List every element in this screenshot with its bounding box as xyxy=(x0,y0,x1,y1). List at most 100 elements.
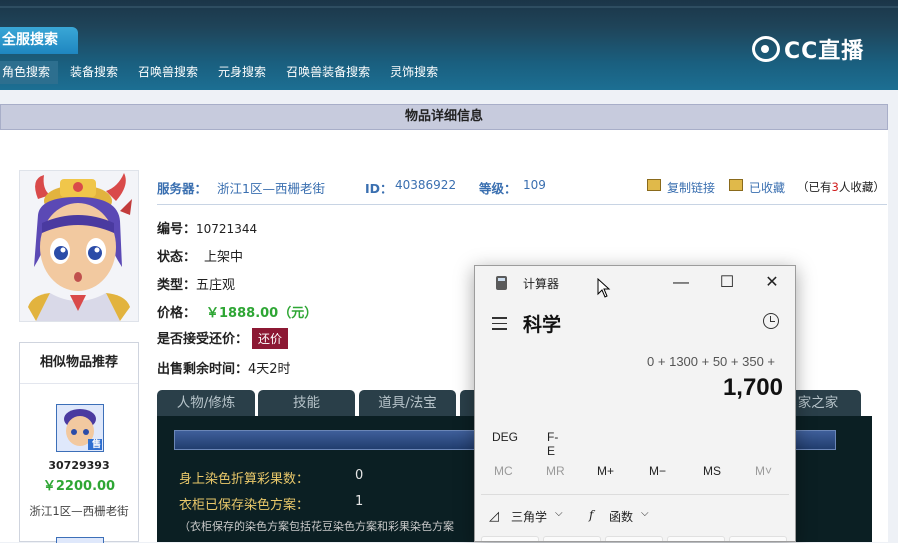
type-value: 五庄观 xyxy=(196,278,236,293)
close-button[interactable]: ✕ xyxy=(754,271,790,295)
trig-icon: ◿ xyxy=(489,508,499,523)
site-header: 全服搜索 CC直播 角色搜索 装备搜索 召唤兽搜索 元身搜索 召唤兽装备搜索 灵… xyxy=(0,0,898,90)
similar-item-price: ￥2200.00 xyxy=(42,479,116,494)
favorite-count-prefix: （已有 xyxy=(797,180,832,194)
keypad-key[interactable] xyxy=(729,536,787,541)
function-dropdown[interactable]: 函数 xyxy=(609,508,633,525)
panel-title: 物品详细信息 xyxy=(0,104,888,130)
keypad-key[interactable] xyxy=(605,536,663,541)
ms-button[interactable]: MS xyxy=(703,464,721,478)
id-value: 40386922 xyxy=(395,178,457,192)
calculator-titlebar[interactable]: 计算器 — ☐ ✕ xyxy=(475,266,795,300)
level-value: 109 xyxy=(523,178,546,192)
calculator-separator xyxy=(481,494,789,495)
header-stripe xyxy=(0,6,898,8)
number-line: 编号：10721344 xyxy=(157,218,257,237)
mouse-cursor-icon xyxy=(597,278,611,298)
dye-row-body: 身上染色折算彩果数： 0 xyxy=(179,468,363,487)
nav-yuanshen-search[interactable]: 元身搜索 xyxy=(208,61,276,84)
nav-role-search[interactable]: 角色搜索 xyxy=(0,61,59,84)
favorite-folder-icon xyxy=(729,179,743,191)
similar-items-panel: 相似物品推荐 售 30729393 ￥2200.00 浙江1区—西栅老街 xyxy=(19,342,139,543)
bargain-button[interactable]: 还价 xyxy=(252,328,289,349)
nav-pet-equipment-search[interactable]: 召唤兽装备搜索 xyxy=(276,61,380,84)
dye-row-wardrobe: 衣柜已保存染色方案： 1 xyxy=(179,494,363,513)
keypad-key[interactable] xyxy=(481,536,539,541)
tab-items-treasures[interactable]: 道具/法宝 xyxy=(359,390,456,416)
minimize-button[interactable]: — xyxy=(663,271,699,295)
tab-skills[interactable]: 技能 xyxy=(258,390,355,416)
server-label: 服务器： xyxy=(157,181,208,196)
status-label: 状态： xyxy=(157,250,197,265)
character-avatar xyxy=(19,170,139,322)
nav-pet-search[interactable]: 召唤兽搜索 xyxy=(128,61,208,84)
keypad-key[interactable] xyxy=(667,536,725,541)
level-label: 等级： xyxy=(479,181,517,196)
sub-navigation: 角色搜索 装备搜索 召唤兽搜索 元身搜索 召唤兽装备搜索 灵饰搜索 xyxy=(0,61,448,84)
favorite-count-suffix: 人收藏） xyxy=(838,180,885,194)
avatar-illustration xyxy=(28,173,132,321)
bargain-label: 是否接受还价： xyxy=(157,332,249,347)
cc-live-logo: CC直播 xyxy=(752,34,864,64)
tab-character-cultivation[interactable]: 人物/修炼 xyxy=(157,390,255,416)
dye-note: （衣柜保存的染色方案包括花豆染色方案和彩果染色方案 xyxy=(179,520,454,533)
calculator-title: 计算器 xyxy=(523,277,560,291)
copy-link-icon xyxy=(647,179,661,191)
id-label: ID： xyxy=(365,181,393,196)
remaining-time-line: 出售剩余时间：4天2时 xyxy=(157,358,291,377)
item-summary-row: 服务器： 浙江1区—西栅老街 ID： 40386922 等级： 109 复制链接… xyxy=(157,176,887,196)
bargain-line: 是否接受还价： 还价 xyxy=(157,328,289,349)
hamburger-menu-icon[interactable] xyxy=(492,317,507,334)
calculator-result: 1,700 xyxy=(722,374,783,401)
chevron-down-icon: ⌵ xyxy=(555,508,563,519)
similar-items-title: 相似物品推荐 xyxy=(20,343,138,384)
similar-item-server: 浙江1区—西栅老街 xyxy=(29,504,129,518)
price-label: 价格： xyxy=(157,306,197,321)
number-label: 编号： xyxy=(157,222,197,237)
keypad-key[interactable] xyxy=(543,536,601,541)
trig-dropdown[interactable]: 三角学 xyxy=(511,508,547,525)
fe-button[interactable]: F-E xyxy=(547,430,558,458)
mc-button[interactable]: MC xyxy=(494,464,513,478)
favorite-count: 3 xyxy=(831,180,839,194)
server-value: 浙江1区—西栅老街 xyxy=(217,181,325,196)
nav-ornament-search[interactable]: 灵饰搜索 xyxy=(380,61,448,84)
remaining-label: 出售剩余时间： xyxy=(157,362,249,377)
maximize-button[interactable]: ☐ xyxy=(709,271,745,295)
dye-body-label: 身上染色折算彩果数： xyxy=(179,472,310,487)
tab-global-search[interactable]: 全服搜索 xyxy=(0,27,78,54)
calculator-mode: 科学 xyxy=(523,315,562,336)
dye-body-value: 0 xyxy=(355,468,364,483)
cc-logo-icon xyxy=(752,36,780,62)
deg-button[interactable]: DEG xyxy=(492,430,518,444)
status-value: 上架中 xyxy=(204,250,244,265)
type-line: 类型：五庄观 xyxy=(157,274,235,293)
calculator-window: 计算器 — ☐ ✕ 科学 0 + 1300 + 50 + 350 + 1,700… xyxy=(474,265,796,542)
favorited-button[interactable]: 已收藏 xyxy=(749,179,785,196)
dye-wardrobe-value: 1 xyxy=(355,494,364,509)
function-icon: f xyxy=(589,508,594,522)
memory-dropdown-button[interactable]: M˅ xyxy=(755,464,772,478)
type-label: 类型： xyxy=(157,278,197,293)
calculator-app-icon xyxy=(496,276,507,290)
logo-text: CC直播 xyxy=(784,39,865,64)
nav-equipment-search[interactable]: 装备搜索 xyxy=(60,61,128,84)
similar-item-id: 30729393 xyxy=(48,459,110,472)
history-icon[interactable] xyxy=(763,313,779,329)
similar-item-thumbnail[interactable]: 售 xyxy=(56,404,104,452)
copy-link-button[interactable]: 复制链接 xyxy=(667,179,715,196)
m-plus-button[interactable]: M+ xyxy=(597,464,614,478)
price-value: ￥1888.00（元） xyxy=(206,306,318,321)
favorite-count-text: （已有3人收藏） xyxy=(797,179,885,195)
chevron-down-icon: ⌵ xyxy=(641,508,649,519)
summary-divider xyxy=(157,204,887,205)
mr-button[interactable]: MR xyxy=(546,464,565,478)
remaining-value: 4天2时 xyxy=(248,362,291,377)
status-line: 状态： 上架中 xyxy=(157,246,243,265)
m-minus-button[interactable]: M− xyxy=(649,464,666,478)
number-value: 10721344 xyxy=(196,222,258,236)
sale-badge: 售 xyxy=(91,440,101,450)
similar-item-thumbnail-2[interactable] xyxy=(56,537,104,543)
dye-wardrobe-label: 衣柜已保存染色方案： xyxy=(179,498,310,513)
calculator-expression: 0 + 1300 + 50 + 350 + xyxy=(647,354,775,369)
